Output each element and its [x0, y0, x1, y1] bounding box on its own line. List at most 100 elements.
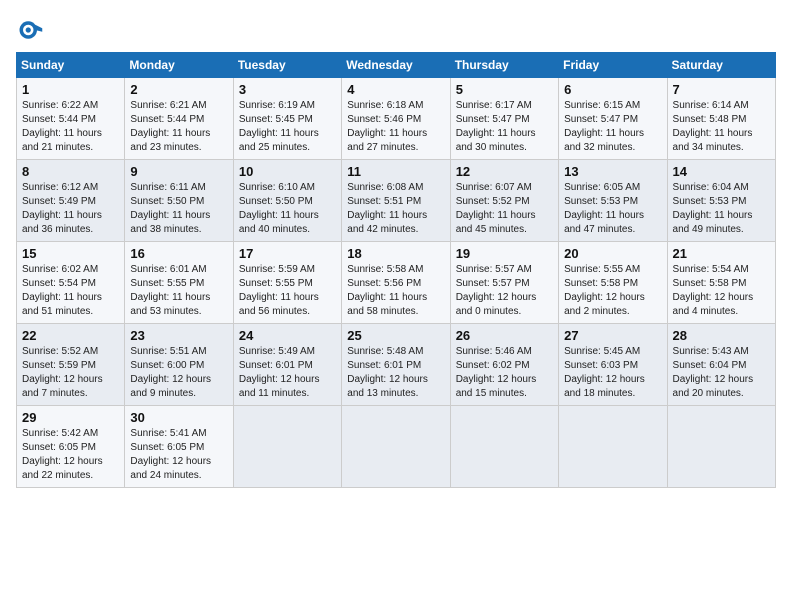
day-number: 24 [239, 328, 336, 343]
day-info: Sunrise: 6:07 AMSunset: 5:52 PMDaylight:… [456, 181, 553, 237]
day-info: Sunrise: 6:10 AMSunset: 5:50 PMDaylight:… [239, 181, 336, 237]
day-number: 17 [239, 246, 336, 261]
day-number: 13 [564, 164, 661, 179]
calendar-cell [559, 406, 667, 488]
calendar-week-2: 8Sunrise: 6:12 AMSunset: 5:49 PMDaylight… [17, 160, 776, 242]
day-number: 1 [22, 82, 119, 97]
calendar-cell: 28 Sunrise: 5:43 AMSunset: 6:04 PMDayligh… [667, 324, 775, 406]
day-info: Sunrise: 5:48 AMSunset: 6:01 PMDaylight:… [347, 345, 444, 401]
calendar-cell: 26 Sunrise: 5:46 AMSunset: 6:02 PMDayligh… [450, 324, 558, 406]
weekday-header-sunday: Sunday [17, 53, 125, 78]
day-number: 12 [456, 164, 553, 179]
day-info: Sunrise: 5:45 AMSunset: 6:03 PMDaylight:… [564, 345, 661, 401]
calendar-header: SundayMondayTuesdayWednesdayThursdayFrid… [17, 53, 776, 78]
day-number: 23 [130, 328, 227, 343]
calendar-cell: 13 Sunrise: 6:05 AMSunset: 5:53 PMDayligh… [559, 160, 667, 242]
calendar-cell: 15Sunrise: 6:02 AMSunset: 5:54 PMDayligh… [17, 242, 125, 324]
weekday-header-monday: Monday [125, 53, 233, 78]
logo-icon [16, 16, 44, 44]
calendar-week-5: 29 Sunrise: 5:42 AMSunset: 6:05 PMDayligh… [17, 406, 776, 488]
day-info: Sunrise: 6:19 AMSunset: 5:45 PMDaylight:… [239, 99, 336, 155]
day-number: 11 [347, 164, 444, 179]
calendar-cell: 5Sunrise: 6:17 AMSunset: 5:47 PMDaylight… [450, 78, 558, 160]
weekday-header-thursday: Thursday [450, 53, 558, 78]
day-number: 28 [673, 328, 770, 343]
day-info: Sunrise: 5:43 AMSunset: 6:04 PMDaylight:… [673, 345, 770, 401]
page-header [16, 16, 776, 44]
calendar-cell: 9 Sunrise: 6:11 AMSunset: 5:50 PMDaylight… [125, 160, 233, 242]
calendar-cell: 12 Sunrise: 6:07 AMSunset: 5:52 PMDayligh… [450, 160, 558, 242]
calendar-cell: 1 Sunrise: 6:22 AMSunset: 5:44 PMDaylight… [17, 78, 125, 160]
calendar-cell: 10 Sunrise: 6:10 AMSunset: 5:50 PMDayligh… [233, 160, 341, 242]
calendar-week-4: 22 Sunrise: 5:52 AMSunset: 5:59 PMDayligh… [17, 324, 776, 406]
day-number: 7 [673, 82, 770, 97]
day-info: Sunrise: 6:14 AMSunset: 5:48 PMDaylight:… [673, 99, 770, 155]
calendar-cell: 20 Sunrise: 5:55 AMSunset: 5:58 PMDayligh… [559, 242, 667, 324]
weekday-header-friday: Friday [559, 53, 667, 78]
calendar-cell: 23Sunrise: 5:51 AMSunset: 6:00 PMDayligh… [125, 324, 233, 406]
calendar-week-3: 15Sunrise: 6:02 AMSunset: 5:54 PMDayligh… [17, 242, 776, 324]
calendar-week-1: 1 Sunrise: 6:22 AMSunset: 5:44 PMDaylight… [17, 78, 776, 160]
calendar-cell: 29 Sunrise: 5:42 AMSunset: 6:05 PMDayligh… [17, 406, 125, 488]
day-number: 14 [673, 164, 770, 179]
calendar-cell: 7 Sunrise: 6:14 AMSunset: 5:48 PMDaylight… [667, 78, 775, 160]
day-number: 26 [456, 328, 553, 343]
day-info: Sunrise: 6:18 AMSunset: 5:46 PMDaylight:… [347, 99, 444, 155]
day-number: 20 [564, 246, 661, 261]
calendar-cell: 3Sunrise: 6:19 AMSunset: 5:45 PMDaylight… [233, 78, 341, 160]
day-number: 25 [347, 328, 444, 343]
day-info: Sunrise: 5:46 AMSunset: 6:02 PMDaylight:… [456, 345, 553, 401]
day-number: 19 [456, 246, 553, 261]
logo [16, 16, 48, 44]
day-number: 2 [130, 82, 227, 97]
day-number: 18 [347, 246, 444, 261]
day-number: 4 [347, 82, 444, 97]
day-info: Sunrise: 6:11 AMSunset: 5:50 PMDaylight:… [130, 181, 227, 237]
weekday-header-row: SundayMondayTuesdayWednesdayThursdayFrid… [17, 53, 776, 78]
day-number: 29 [22, 410, 119, 425]
day-info: Sunrise: 5:57 AMSunset: 5:57 PMDaylight:… [456, 263, 553, 319]
day-info: Sunrise: 6:01 AMSunset: 5:55 PMDaylight:… [130, 263, 227, 319]
day-number: 16 [130, 246, 227, 261]
day-info: Sunrise: 6:15 AMSunset: 5:47 PMDaylight:… [564, 99, 661, 155]
day-number: 27 [564, 328, 661, 343]
day-info: Sunrise: 5:41 AMSunset: 6:05 PMDaylight:… [130, 427, 227, 483]
weekday-header-wednesday: Wednesday [342, 53, 450, 78]
day-info: Sunrise: 6:05 AMSunset: 5:53 PMDaylight:… [564, 181, 661, 237]
weekday-header-tuesday: Tuesday [233, 53, 341, 78]
day-number: 8 [22, 164, 119, 179]
day-info: Sunrise: 5:55 AMSunset: 5:58 PMDaylight:… [564, 263, 661, 319]
calendar-cell: 25 Sunrise: 5:48 AMSunset: 6:01 PMDayligh… [342, 324, 450, 406]
day-info: Sunrise: 6:22 AMSunset: 5:44 PMDaylight:… [22, 99, 119, 155]
calendar-cell: 30Sunrise: 5:41 AMSunset: 6:05 PMDayligh… [125, 406, 233, 488]
day-info: Sunrise: 5:54 AMSunset: 5:58 PMDaylight:… [673, 263, 770, 319]
day-number: 15 [22, 246, 119, 261]
day-number: 10 [239, 164, 336, 179]
day-info: Sunrise: 6:21 AMSunset: 5:44 PMDaylight:… [130, 99, 227, 155]
calendar-body: 1 Sunrise: 6:22 AMSunset: 5:44 PMDaylight… [17, 78, 776, 488]
day-info: Sunrise: 5:58 AMSunset: 5:56 PMDaylight:… [347, 263, 444, 319]
day-info: Sunrise: 6:08 AMSunset: 5:51 PMDaylight:… [347, 181, 444, 237]
calendar-cell: 8Sunrise: 6:12 AMSunset: 5:49 PMDaylight… [17, 160, 125, 242]
day-info: Sunrise: 6:17 AMSunset: 5:47 PMDaylight:… [456, 99, 553, 155]
calendar-cell: 4 Sunrise: 6:18 AMSunset: 5:46 PMDaylight… [342, 78, 450, 160]
calendar-cell: 18 Sunrise: 5:58 AMSunset: 5:56 PMDayligh… [342, 242, 450, 324]
calendar-cell: 11 Sunrise: 6:08 AMSunset: 5:51 PMDayligh… [342, 160, 450, 242]
calendar-cell: 24 Sunrise: 5:49 AMSunset: 6:01 PMDayligh… [233, 324, 341, 406]
calendar-cell: 19 Sunrise: 5:57 AMSunset: 5:57 PMDayligh… [450, 242, 558, 324]
calendar-cell: 16 Sunrise: 6:01 AMSunset: 5:55 PMDayligh… [125, 242, 233, 324]
day-number: 9 [130, 164, 227, 179]
calendar-cell: 21 Sunrise: 5:54 AMSunset: 5:58 PMDayligh… [667, 242, 775, 324]
day-number: 6 [564, 82, 661, 97]
day-info: Sunrise: 5:49 AMSunset: 6:01 PMDaylight:… [239, 345, 336, 401]
day-info: Sunrise: 5:42 AMSunset: 6:05 PMDaylight:… [22, 427, 119, 483]
calendar-cell: 2 Sunrise: 6:21 AMSunset: 5:44 PMDaylight… [125, 78, 233, 160]
weekday-header-saturday: Saturday [667, 53, 775, 78]
day-info: Sunrise: 5:52 AMSunset: 5:59 PMDaylight:… [22, 345, 119, 401]
calendar-cell: 27 Sunrise: 5:45 AMSunset: 6:03 PMDayligh… [559, 324, 667, 406]
day-number: 22 [22, 328, 119, 343]
calendar-cell: 6 Sunrise: 6:15 AMSunset: 5:47 PMDaylight… [559, 78, 667, 160]
day-info: Sunrise: 5:59 AMSunset: 5:55 PMDaylight:… [239, 263, 336, 319]
day-info: Sunrise: 6:04 AMSunset: 5:53 PMDaylight:… [673, 181, 770, 237]
day-number: 21 [673, 246, 770, 261]
